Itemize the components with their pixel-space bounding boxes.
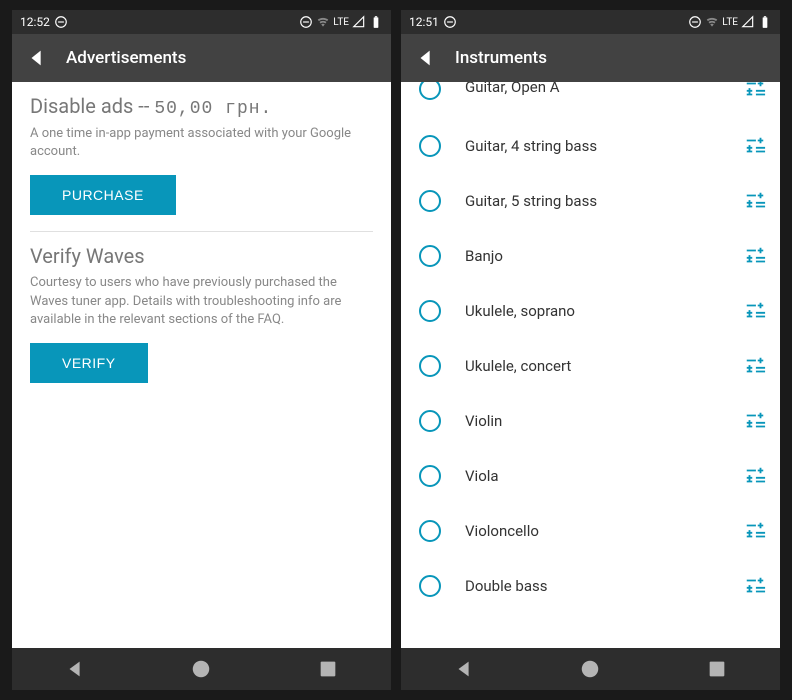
instrument-label: Viola — [465, 467, 744, 485]
instrument-item[interactable]: Guitar, 4 string bass — [401, 118, 780, 173]
instrument-item[interactable]: Guitar, 5 string bass — [401, 173, 780, 228]
app-bar-title: Instruments — [455, 48, 547, 68]
nav-back-icon[interactable] — [64, 658, 86, 680]
phone-left: 12:52 LTE Advertisements — [12, 10, 391, 690]
section-title: Disable ads -- 50,00 грн. — [30, 94, 373, 119]
content: Disable ads -- 50,00 грн. A one time in-… — [12, 82, 391, 648]
status-net: LTE — [333, 17, 349, 28]
instrument-item[interactable]: Double bass — [401, 558, 780, 613]
app-bar: Advertisements — [12, 34, 391, 82]
status-time: 12:51 — [409, 15, 439, 29]
radio-icon[interactable] — [419, 135, 441, 157]
nav-back-icon[interactable] — [453, 658, 475, 680]
disable-ads-section: Disable ads -- 50,00 грн. A one time in-… — [12, 82, 391, 231]
instrument-item[interactable]: Violin — [401, 393, 780, 448]
nav-bar — [401, 648, 780, 690]
signal-icon — [741, 15, 755, 29]
instrument-label: Ukulele, soprano — [465, 302, 744, 320]
dnd-icon — [443, 15, 457, 29]
wifi-icon — [316, 15, 330, 29]
instrument-label: Guitar, 5 string bass — [465, 192, 744, 210]
radio-icon[interactable] — [419, 355, 441, 377]
content[interactable]: Guitar, Open A Guitar, 4 string bass Guita… — [401, 82, 780, 648]
instrument-item[interactable]: Guitar, Open A — [401, 82, 780, 118]
tune-icon[interactable] — [744, 410, 766, 432]
verify-waves-section: Verify Waves Courtesy to users who have … — [12, 232, 391, 399]
radio-icon[interactable] — [419, 82, 441, 100]
instrument-item[interactable]: Ukulele, soprano — [401, 283, 780, 338]
section-title: Verify Waves — [30, 244, 373, 268]
radio-icon[interactable] — [419, 190, 441, 212]
nav-home-icon[interactable] — [190, 658, 212, 680]
tune-icon[interactable] — [744, 575, 766, 597]
instrument-label: Guitar, 4 string bass — [465, 137, 744, 155]
instrument-item[interactable]: Ukulele, concert — [401, 338, 780, 393]
app-bar: Instruments — [401, 34, 780, 82]
radio-icon[interactable] — [419, 245, 441, 267]
instrument-label: Violin — [465, 412, 744, 430]
signal-icon — [352, 15, 366, 29]
tune-icon[interactable] — [744, 465, 766, 487]
radio-icon[interactable] — [419, 520, 441, 542]
section-desc: A one time in-app payment associated wit… — [30, 125, 373, 161]
tune-icon[interactable] — [744, 190, 766, 212]
tune-icon[interactable] — [744, 355, 766, 377]
price: 50,00 грн. — [154, 99, 272, 119]
instrument-label: Banjo — [465, 247, 744, 265]
minus-circle-icon — [688, 15, 702, 29]
phone-right: 12:51 LTE Instruments Gui — [401, 10, 780, 690]
status-time: 12:52 — [20, 15, 50, 29]
radio-icon[interactable] — [419, 410, 441, 432]
dnd-icon — [54, 15, 68, 29]
battery-icon — [369, 15, 383, 29]
back-icon[interactable] — [26, 47, 48, 69]
instrument-item[interactable]: Viola — [401, 448, 780, 503]
nav-recents-icon[interactable] — [317, 658, 339, 680]
nav-home-icon[interactable] — [579, 658, 601, 680]
tune-icon[interactable] — [744, 135, 766, 157]
nav-recents-icon[interactable] — [706, 658, 728, 680]
instrument-label: Ukulele, concert — [465, 357, 744, 375]
purchase-button[interactable]: PURCHASE — [30, 175, 176, 215]
radio-icon[interactable] — [419, 300, 441, 322]
battery-icon — [758, 15, 772, 29]
tune-icon[interactable] — [744, 300, 766, 322]
radio-icon[interactable] — [419, 465, 441, 487]
minus-circle-icon — [299, 15, 313, 29]
verify-button[interactable]: VERIFY — [30, 343, 148, 383]
instrument-item[interactable]: Violoncello — [401, 503, 780, 558]
tune-icon[interactable] — [744, 82, 766, 100]
app-bar-title: Advertisements — [66, 48, 186, 68]
tune-icon[interactable] — [744, 520, 766, 542]
instrument-item[interactable]: Banjo — [401, 228, 780, 283]
status-bar: 12:51 LTE — [401, 10, 780, 34]
wifi-icon — [705, 15, 719, 29]
instrument-label: Violoncello — [465, 522, 744, 540]
instrument-label: Guitar, Open A — [465, 82, 744, 96]
tune-icon[interactable] — [744, 245, 766, 267]
status-net: LTE — [722, 17, 738, 28]
instrument-list: Guitar, Open A Guitar, 4 string bass Guita… — [401, 82, 780, 613]
status-bar: 12:52 LTE — [12, 10, 391, 34]
radio-icon[interactable] — [419, 575, 441, 597]
back-icon[interactable] — [415, 47, 437, 69]
instrument-label: Double bass — [465, 577, 744, 595]
section-desc: Courtesy to users who have previously pu… — [30, 274, 373, 329]
nav-bar — [12, 648, 391, 690]
